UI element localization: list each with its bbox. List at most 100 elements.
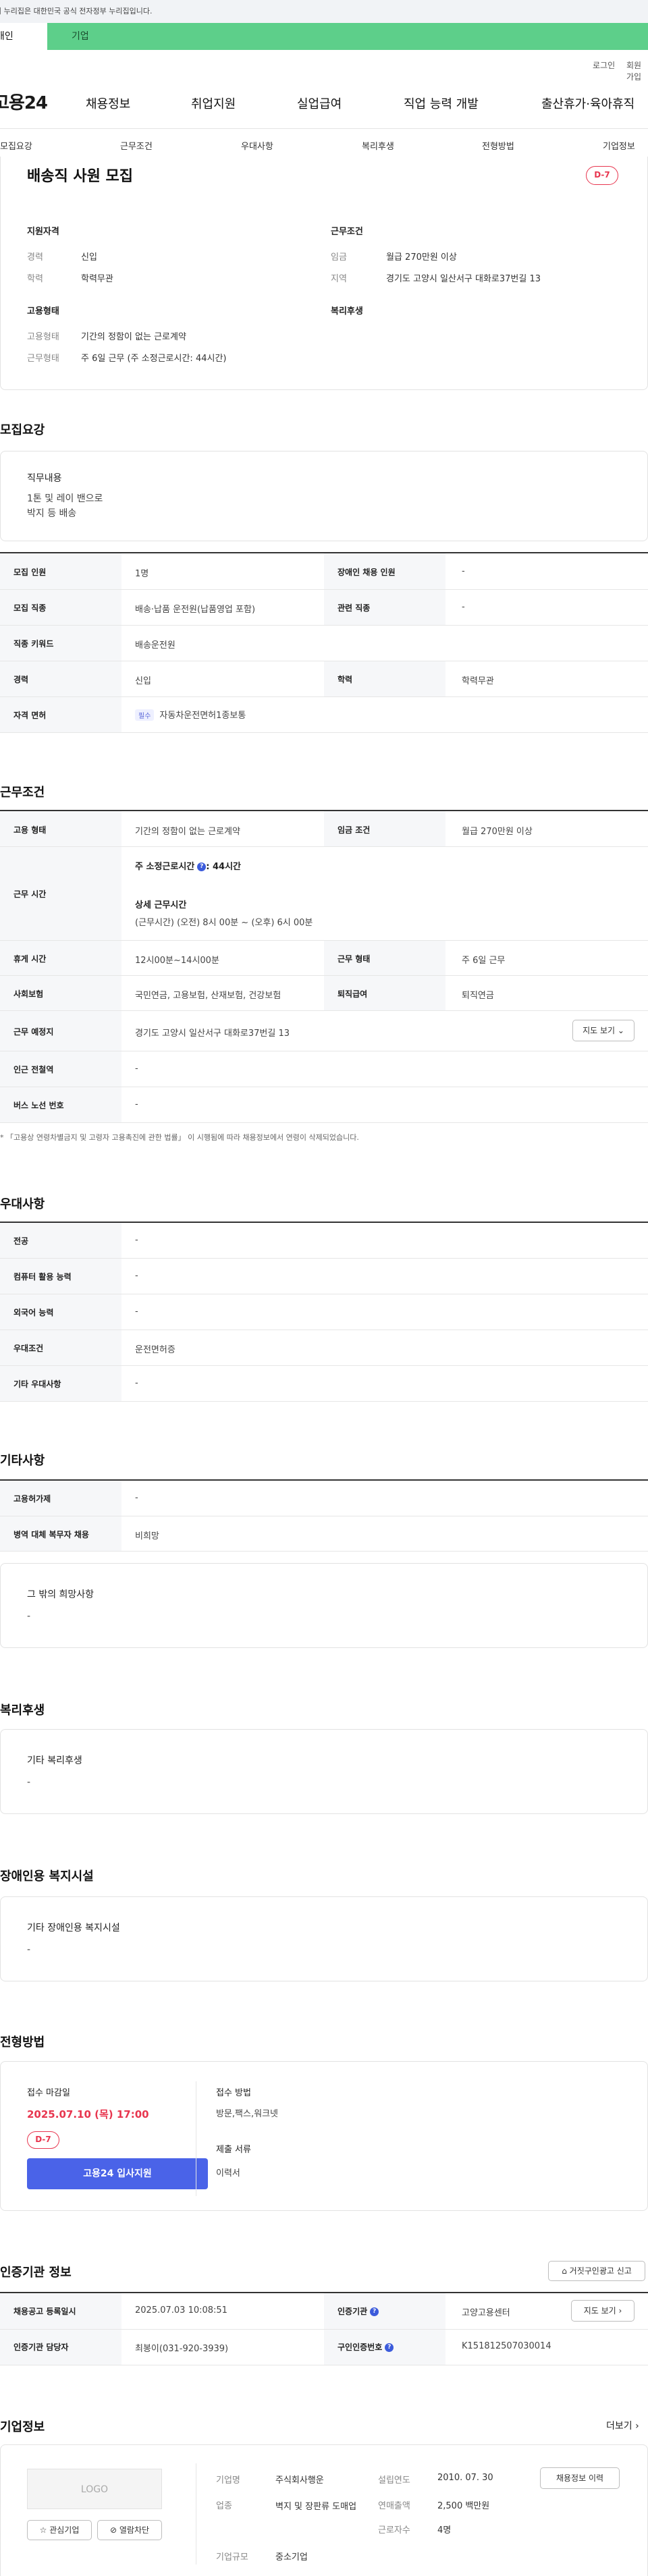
wage-th: 임금 조건: [338, 825, 371, 835]
facility-section-title: 장애인용 복지시설: [0, 1869, 94, 1884]
employment-type-heading: 고용형태: [27, 306, 59, 317]
weekly-hours: 주 소정근로시간?: 44시간: [135, 859, 241, 872]
tab-preference[interactable]: 우대사항: [241, 139, 273, 152]
company-logo: LOGO: [27, 2469, 162, 2509]
favorite-company-button[interactable]: ☆ 관심기업: [27, 2520, 92, 2540]
company-more-link[interactable]: 더보기 ›: [606, 2419, 639, 2432]
posting-no-td: K151812507030014: [462, 2341, 551, 2351]
permit-td: -: [135, 1493, 138, 1503]
block-company-button[interactable]: ⊘ 열람차단: [97, 2520, 162, 2540]
other-section-title: 기타사항: [0, 1454, 45, 1468]
cond-th-bg-right-2: [324, 941, 446, 1011]
star-icon: ☆: [39, 2525, 47, 2535]
staff-value: 4명: [437, 2525, 452, 2536]
row-divider: [0, 696, 648, 697]
retirement-th: 퇴직급여: [338, 989, 368, 999]
bus-th-label: 버스 노선 번호: [14, 1101, 64, 1110]
row-divider: [0, 975, 648, 976]
weekly-hours-label: 주 소정근로시간: [135, 862, 195, 872]
job-keyword-label: 직종 키워드: [14, 639, 54, 649]
insurance-th: 사회보험: [14, 989, 44, 999]
wage-value: 월급 270만원 이상: [386, 252, 457, 263]
tab-company[interactable]: 기업: [72, 23, 89, 50]
military-td: 비희망: [135, 1531, 159, 1541]
founded-value: 2010. 07. 30: [437, 2473, 493, 2483]
block-label: 열람차단: [119, 2525, 150, 2535]
manager-td: 최봉이(031-920-3939): [135, 2344, 229, 2354]
info-icon[interactable]: ?: [385, 2343, 394, 2352]
job-title: 배송직 사원 모집: [27, 168, 133, 185]
recruit-edu-value: 학력무관: [462, 676, 494, 686]
conditions-section-title: 근무조건: [0, 786, 45, 800]
docs-value: 이력서: [216, 2168, 240, 2178]
agency-map-button[interactable]: 지도 보기 ›: [571, 2300, 634, 2322]
industry-value: 벽지 및 장판류 도매업: [275, 2502, 357, 2512]
selection-dday-badge: D-7: [27, 2131, 59, 2149]
permit-th: 고용허가제: [14, 1494, 51, 1504]
posting-no-th: 구인인증번호?: [338, 2341, 394, 2353]
tab-individual[interactable]: 개인: [0, 23, 47, 50]
welfare-section-title: 복리후생: [0, 1703, 45, 1718]
gnb-item-employment-support[interactable]: 취업지원: [191, 94, 236, 112]
chevron-right-icon: ›: [618, 2306, 622, 2315]
company-section-title: 기업정보: [0, 2420, 45, 2434]
gnb-item-unemployment-benefit[interactable]: 실업급여: [297, 94, 342, 112]
pref-cond-td: 운전면허증: [135, 1345, 176, 1355]
workplace-map-button[interactable]: 지도 보기 ⌄: [572, 1020, 634, 1041]
related-job-label: 관련 직종: [338, 603, 371, 613]
job-type-label: 모집 직종: [14, 603, 47, 613]
company-name-value: 주식회사행운: [275, 2475, 324, 2486]
deadline-value: 2025.07.10 (목) 17:00: [27, 2108, 149, 2120]
tab-recruit[interactable]: 모집요강: [0, 139, 32, 152]
break-td: 12시00분~14시00분: [135, 956, 219, 966]
agency-th: 인증기관?: [338, 2305, 379, 2317]
gov-banner: 이 누리집은 대한민국 공식 전자정부 누리집입니다.: [0, 0, 648, 23]
bus-td: -: [135, 1099, 138, 1109]
gnb-item-job-training[interactable]: 직업 능력 개발: [404, 94, 479, 112]
row-divider: [0, 625, 648, 626]
headcount-label: 모집 인원: [14, 568, 47, 577]
other-hope-value: -: [27, 1611, 31, 1622]
cert-section-title: 인증기관 정보: [0, 2266, 72, 2280]
info-icon[interactable]: ?: [197, 862, 207, 871]
age-law-note: * 「고용상 연령차별금지 및 고령자 고용촉진에 관한 법률」 이 시행됨에 …: [0, 1133, 359, 1142]
military-th: 병역 대체 복무자 채용: [14, 1530, 89, 1539]
site-logo[interactable]: 고용24: [0, 89, 48, 114]
tab-conditions[interactable]: 근무조건: [120, 139, 153, 152]
company-name-label: 기업명: [216, 2475, 240, 2486]
tab-selection[interactable]: 전형방법: [482, 139, 514, 152]
megaphone-icon: ⌂: [562, 2266, 567, 2276]
report-fake-ad-button[interactable]: ⌂ 거짓구인광고 신고: [548, 2261, 645, 2281]
work-form-value: 주 6일 근무 (주 소정근로시간: 44시간): [81, 354, 227, 364]
deadline-label: 접수 마감일: [27, 2088, 70, 2098]
work-form-td: 주 6일 근무: [462, 956, 506, 966]
computer-th: 컴퓨터 활용 능력: [14, 1272, 72, 1282]
pref-cond-th: 우대조건: [14, 1344, 44, 1353]
major-td: -: [135, 1235, 138, 1245]
facility-value: -: [27, 1944, 31, 1955]
login-link[interactable]: 로그인: [593, 59, 615, 71]
welfare-card: [0, 1729, 648, 1814]
job-keyword-value: 배송운전원: [135, 640, 176, 651]
pref-etc-th: 기타 우대사항: [14, 1379, 61, 1389]
hiring-history-button[interactable]: 채용정보 이력: [540, 2467, 620, 2489]
education-value: 학력무관: [81, 274, 113, 284]
gnb-item-jobs[interactable]: 채용정보: [86, 94, 130, 112]
qualification-heading: 지원자격: [27, 227, 59, 237]
recruit-edu-label: 학력: [338, 675, 353, 684]
join-link[interactable]: 회원가입: [626, 59, 648, 82]
recruit-career-value: 신입: [135, 676, 151, 686]
subway-td: -: [135, 1064, 138, 1074]
subway-th: 인근 전철역: [14, 1065, 54, 1074]
manager-th: 인증기관 담당자: [14, 2342, 69, 2352]
computer-td: -: [135, 1271, 138, 1281]
reg-date-th: 채용공고 등록일시: [14, 2307, 76, 2316]
tab-welfare[interactable]: 복리후생: [362, 139, 394, 152]
agency-map-label: 지도 보기: [583, 2306, 616, 2315]
region-label: 지역: [331, 274, 347, 284]
work-hours-th: 근무 시간: [14, 889, 47, 899]
tab-company[interactable]: 기업정보: [603, 139, 635, 152]
apply-button[interactable]: 고용24 입사지원: [27, 2158, 208, 2189]
gnb-item-parental-leave[interactable]: 출산휴가·육아휴직: [541, 94, 634, 112]
info-icon[interactable]: ?: [370, 2307, 379, 2316]
